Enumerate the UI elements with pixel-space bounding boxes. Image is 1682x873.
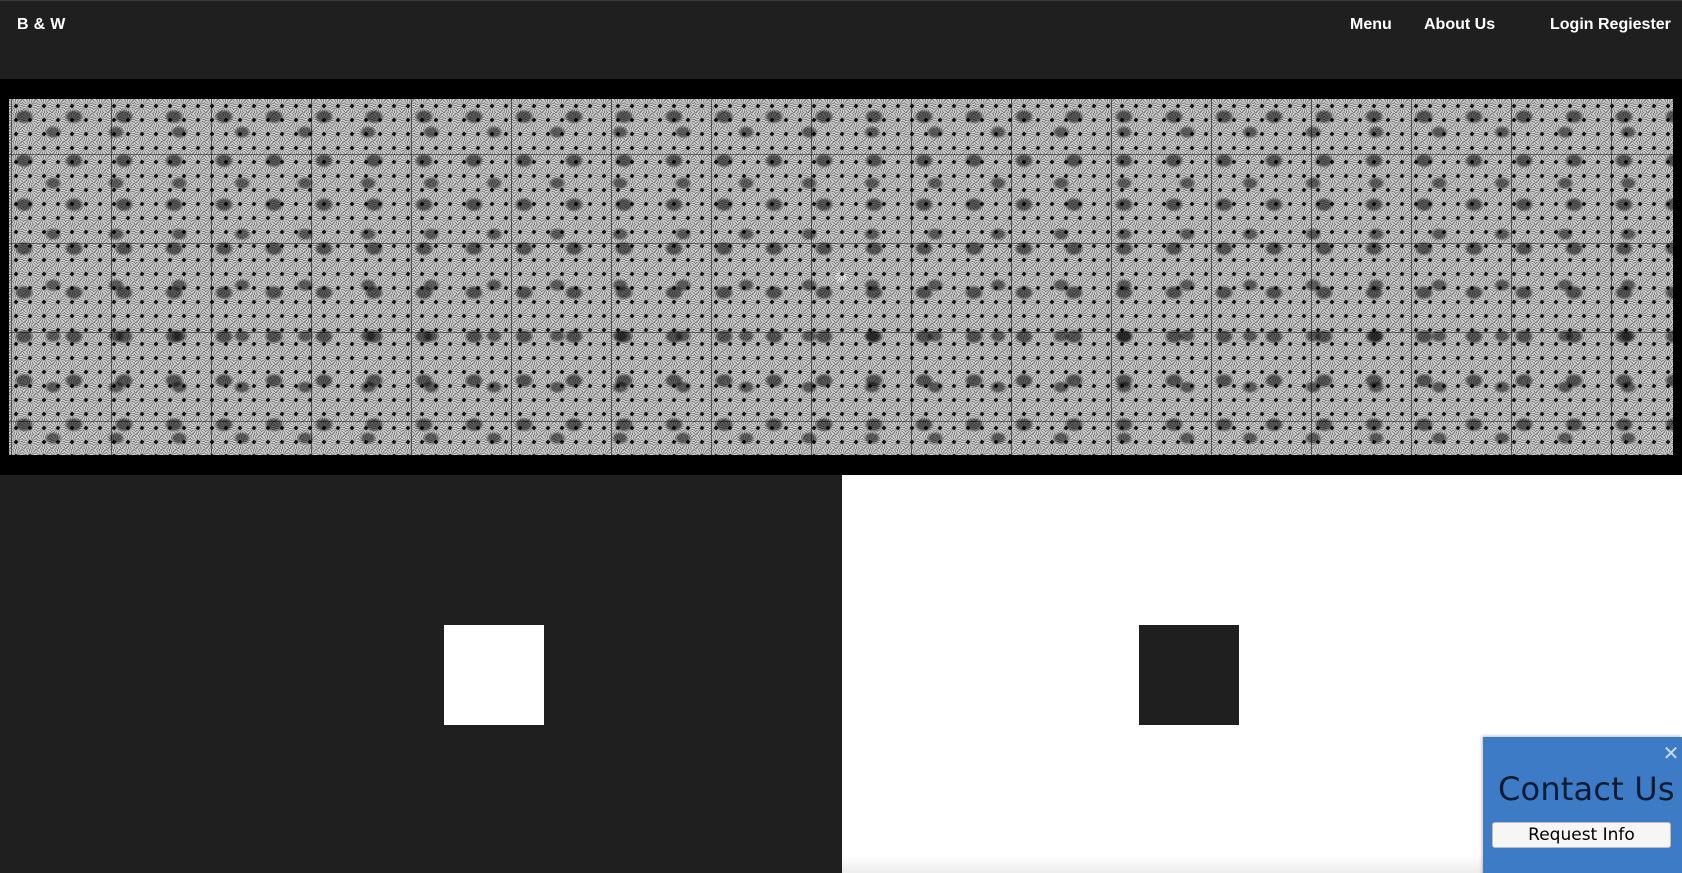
nav-link-about-us[interactable]: About Us [1424, 16, 1495, 34]
dark-square [1139, 625, 1239, 725]
contact-widget: ✕ Contact Us Request Info [1483, 737, 1682, 873]
navbar: B & W Menu About Us Login Regiester [0, 0, 1682, 79]
nav-link-menu[interactable]: Menu [1350, 16, 1392, 34]
hero-flower-pattern-image [9, 99, 1673, 455]
hero-banner [0, 79, 1682, 475]
page: B & W Menu About Us Login Regiester ✕ Co… [0, 0, 1682, 873]
close-icon[interactable]: ✕ [1662, 743, 1680, 763]
nav-link-login-register[interactable]: Login Regiester [1550, 16, 1671, 34]
white-square [444, 625, 544, 725]
dark-panel [0, 475, 842, 873]
contact-title: Contact Us [1498, 770, 1675, 808]
request-info-button[interactable]: Request Info [1492, 822, 1671, 848]
brand-logo[interactable]: B & W [17, 16, 66, 34]
